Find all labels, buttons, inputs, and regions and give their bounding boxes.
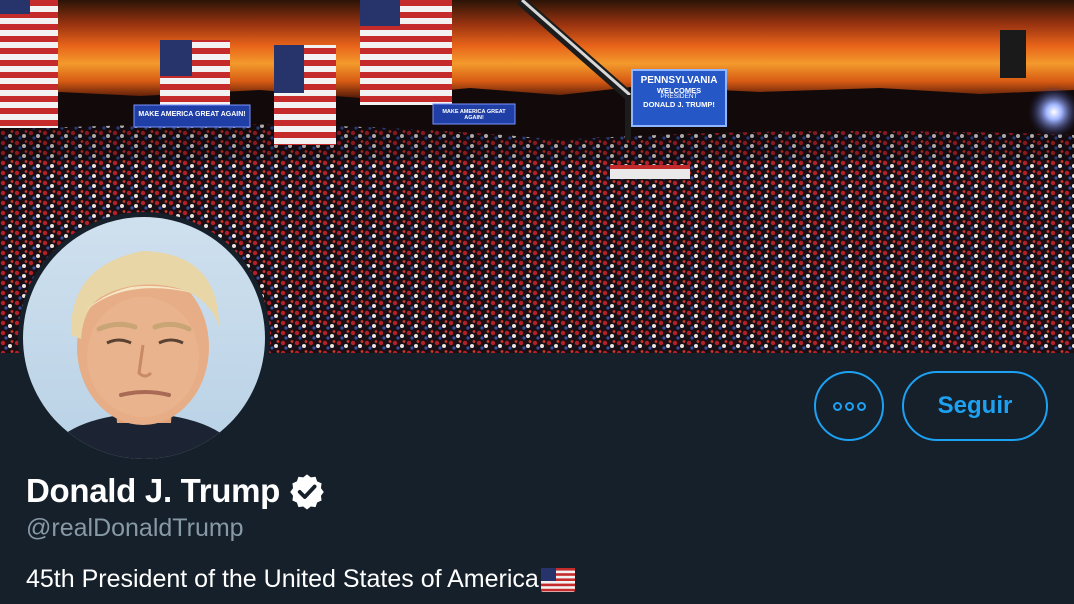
profile-handle: @realDonaldTrump — [26, 514, 244, 542]
bio-text: 45th President of the United States of A… — [26, 565, 539, 593]
more-options-icon — [832, 401, 866, 411]
portrait-image — [43, 251, 245, 459]
banner-sign-main: PENNSYLVANIA WELCOMES PRESIDENT DONALD J… — [632, 75, 726, 110]
banner-sign-left: MAKE AMERICA GREAT AGAIN! — [138, 111, 246, 118]
profile-bio: 45th President of the United States of A… — [26, 565, 575, 594]
banner-sign-mid: MAKE AMERICA GREAT AGAIN! — [442, 109, 506, 121]
avatar[interactable] — [18, 212, 270, 464]
us-flag-icon — [540, 567, 575, 592]
display-name: Donald J. Trump — [26, 472, 281, 509]
more-options-button[interactable] — [814, 371, 884, 441]
avatar-photo — [23, 217, 265, 459]
banner-sign-line: DONALD J. TRUMP! — [643, 100, 715, 110]
follow-button[interactable]: Seguir — [902, 371, 1048, 441]
verified-badge-icon[interactable] — [288, 472, 326, 510]
profile-name-row: Donald J. Trump — [26, 472, 326, 510]
banner-sign-line: PENNSYLVANIA — [640, 75, 718, 86]
